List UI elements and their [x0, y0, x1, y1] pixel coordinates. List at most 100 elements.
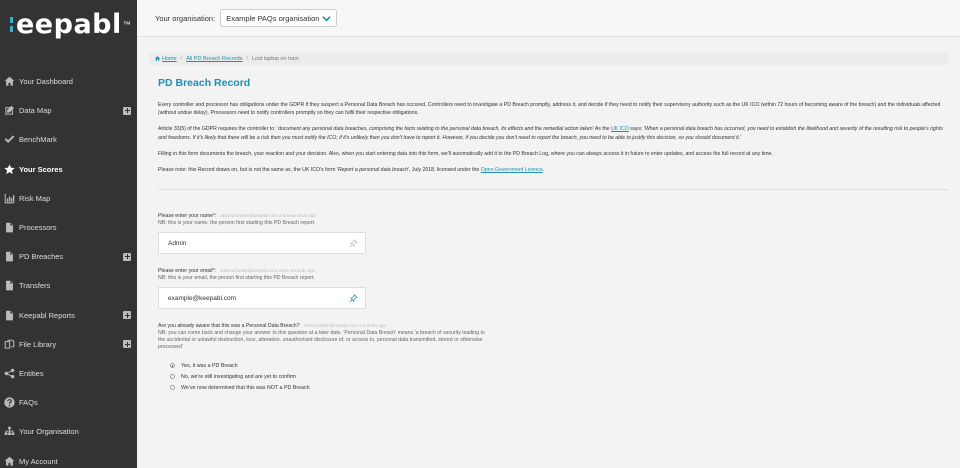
sidebar-item-label: Risk Map [19, 193, 51, 203]
sidebar-item-entities[interactable]: Entities [0, 359, 137, 388]
aware-question-hint: NB: you can come back and change your an… [158, 330, 485, 351]
pin-icon [349, 239, 358, 248]
article-paragraph: Article 33(5) of the GDPR requires the c… [158, 125, 948, 141]
sidebar-item-file-library[interactable]: File Library [0, 330, 137, 359]
article-text-3: says: [628, 126, 644, 133]
sidebar-item-risk-map[interactable]: Risk Map [0, 184, 137, 213]
home-icon [155, 56, 160, 61]
plus-icon[interactable] [123, 106, 131, 115]
aware-option-0[interactable]: Yes, it was a PD Breach [170, 360, 948, 371]
logo[interactable]: eepabl ™ [0, 0, 137, 48]
sidebar-item-label: Transfers [19, 281, 51, 291]
name-question-label: Please enter your name*: [158, 213, 217, 220]
radio-button[interactable] [170, 363, 175, 369]
sidebar-item-your-scores[interactable]: Your Scores [0, 155, 137, 184]
licence-form-name: 'Report a personal data breach' [336, 167, 409, 174]
name-question-meta: andrew.barker@keepabl.com a few seconds … [220, 213, 316, 219]
aware-question-label: Are you already aware that this was a Pe… [158, 323, 300, 330]
sidebar-item-your-dashboard[interactable]: Your Dashboard [0, 67, 137, 96]
sidebar-item-label: Entities [19, 368, 44, 378]
aware-question-label-row: Are you already aware that this was a Pe… [158, 322, 948, 330]
intro-paragraph: Every controller and processor has oblig… [158, 102, 941, 117]
pin-icon [349, 294, 358, 303]
email-question: Please enter your email*: andrew.barker@k… [158, 267, 948, 310]
question-icon [2, 396, 16, 410]
sidebar-item-your-organisation[interactable]: Your Organisation [0, 417, 137, 446]
file-icon [2, 308, 16, 322]
breadcrumb-separator: / [180, 55, 183, 62]
radio-button[interactable] [170, 374, 175, 380]
sidebar: eepabl ™ Your Dashboard Data Map BenchMark… [0, 0, 137, 468]
sidebar-item-data-map[interactable]: Data Map [0, 96, 137, 125]
breadcrumb-all-records-link[interactable]: All PD Breach Records [186, 56, 242, 62]
record-content: PD Breach Record Every controller and pr… [158, 77, 948, 406]
name-question: Please enter your name*: andrew.barker@ke… [158, 212, 948, 255]
sidebar-item-label: Your Dashboard [19, 77, 73, 87]
sidebar-item-label: Keepabl Reports [19, 310, 75, 320]
org-select[interactable]: Example PAQs organisation [220, 9, 338, 27]
email-question-hint: NB: this is your email, the person first… [158, 275, 315, 282]
sidebar-item-faqs[interactable]: FAQs [0, 388, 137, 417]
sidebar-nav: Your Dashboard Data Map BenchMark Your Scor… [0, 67, 137, 468]
sidebar-item-benchmark[interactable]: BenchMark [0, 125, 137, 154]
breadcrumb-home-link[interactable]: Home [162, 56, 177, 62]
aware-question: Are you already aware that this was a Pe… [158, 322, 948, 393]
file-icon [2, 250, 16, 264]
sidebar-item-label: My Account [19, 456, 58, 466]
licence-paragraph: Please note: this Record draws on, but i… [158, 166, 948, 174]
aware-option-1[interactable]: No, we're still investigating and are ye… [170, 371, 948, 382]
bar-chart-icon [2, 191, 16, 205]
sidebar-item-transfers[interactable]: Transfers [0, 271, 137, 300]
radio-label: We've now determined that this was NOT a… [181, 384, 310, 391]
check-icon [2, 133, 16, 147]
email-question-label-row: Please enter your email*: andrew.barker@k… [158, 267, 948, 275]
edit-icon [2, 104, 16, 118]
section-divider [158, 189, 948, 191]
org-select-value: Example PAQs organisation [226, 13, 320, 23]
logo-mark-icon [10, 16, 13, 32]
sitemap-icon [2, 425, 16, 439]
sidebar-item-label: Your Scores [19, 164, 63, 174]
article-text-2: As the [593, 126, 611, 133]
licence-text-2: , July 2018, licensed under the [408, 167, 481, 174]
licence-text: Please note: this Record draws on, but i… [158, 167, 337, 174]
plus-icon[interactable] [123, 252, 131, 261]
sidebar-item-label: Your Organisation [19, 427, 79, 437]
file-icon [2, 221, 16, 235]
sidebar-item-keepabl-reports[interactable]: Keepabl Reports [0, 301, 137, 330]
email-question-label: Please enter your email*: [158, 268, 216, 275]
plus-icon[interactable] [123, 340, 131, 349]
name-input-value: Admin [168, 239, 187, 247]
radio-label: Yes, it was a PD Breach [181, 362, 238, 369]
main-content: Home / All PD Breach Records / Lost lapt… [137, 37, 960, 468]
file-icon [2, 279, 16, 293]
sidebar-item-processors[interactable]: Processors [0, 213, 137, 242]
home-icon [2, 454, 16, 468]
radio-button[interactable] [170, 385, 175, 391]
breadcrumb-separator: / [246, 55, 248, 62]
aware-option-2[interactable]: We've now determined that this was NOT a… [170, 382, 948, 393]
page-title: PD Breach Record [158, 77, 251, 89]
sidebar-item-pd-breaches[interactable]: PD Breaches [0, 242, 137, 271]
licence-text-3: . [542, 167, 545, 174]
copy-icon [2, 337, 16, 351]
article-quote: 'document any personal data breaches, co… [277, 126, 594, 133]
name-question-hint: NB: this is your name, the person first … [158, 220, 316, 227]
sidebar-item-label: PD Breaches [19, 252, 64, 262]
sidebar-item-my-account[interactable]: My Account [0, 446, 137, 468]
chevron-down-icon [322, 14, 332, 23]
sidebar-item-label: Data Map [19, 106, 52, 116]
share-icon [2, 366, 16, 380]
breadcrumb: Home / All PD Breach Records / Lost lapt… [149, 52, 948, 65]
email-input[interactable]: example@keepabl.com [158, 287, 366, 310]
article-text: Article 33(5) of the GDPR requires the c… [158, 126, 278, 133]
plus-icon[interactable] [123, 311, 131, 320]
name-input[interactable]: Admin [158, 232, 366, 255]
sidebar-item-label: File Library [19, 339, 57, 349]
sidebar-item-label: BenchMark [19, 135, 57, 145]
logo-trademark: ™ [122, 19, 131, 29]
org-label: Your organisation: [155, 13, 216, 23]
ico-link[interactable]: UK ICO [611, 126, 629, 132]
ogl-link[interactable]: Open Government Licence [481, 167, 543, 173]
aware-radio-group: Yes, it was a PD Breach No, we're still i… [170, 360, 948, 393]
